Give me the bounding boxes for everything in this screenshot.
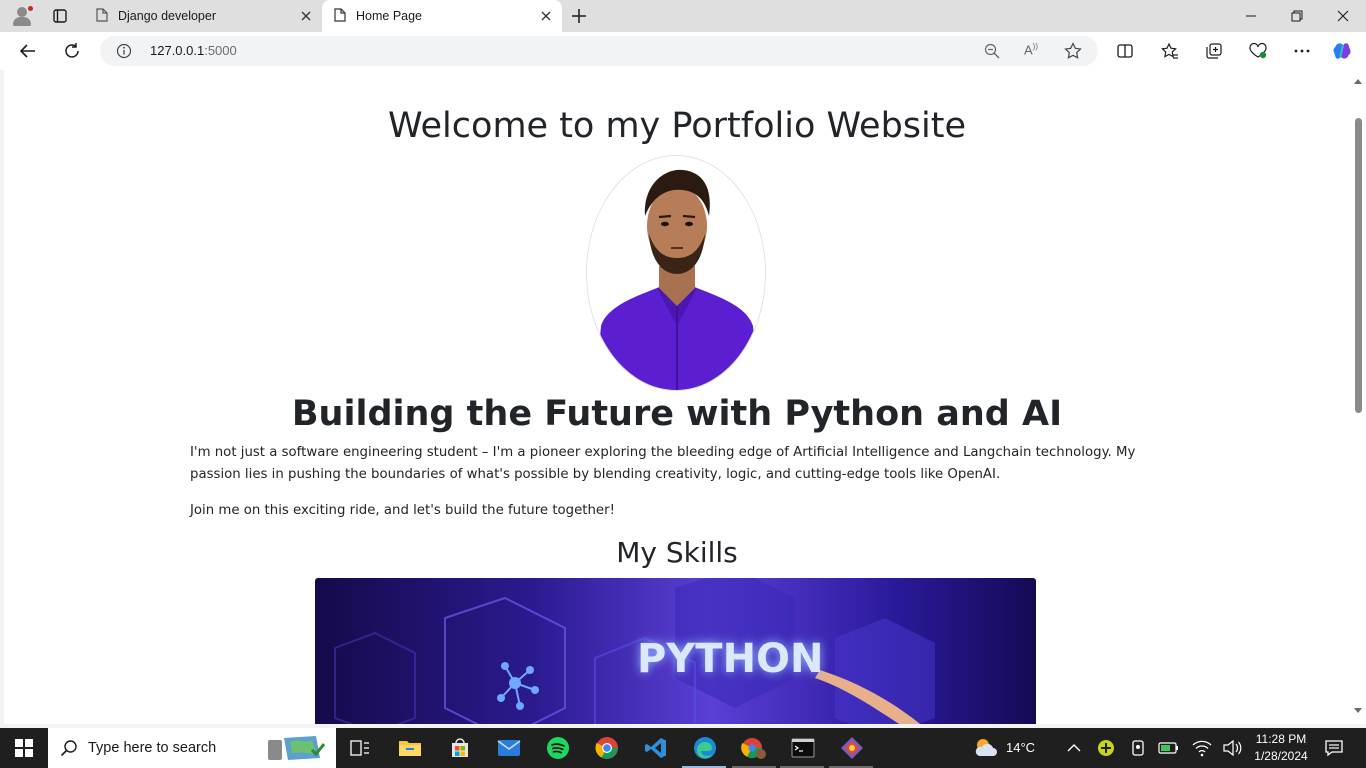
- site-info-icon[interactable]: [116, 43, 132, 64]
- read-aloud-icon[interactable]: A)): [1024, 42, 1038, 57]
- browser-essentials-icon[interactable]: [1248, 41, 1268, 61]
- close-tab-icon[interactable]: [298, 8, 314, 24]
- skills-banner-image: PYTHON: [315, 578, 1036, 724]
- search-icon: [60, 739, 78, 762]
- browser-tab-strip: Django developer Home Page: [0, 0, 1366, 32]
- page-heading: Welcome to my Portfolio Website: [387, 106, 967, 146]
- favorite-star-icon[interactable]: [1064, 42, 1082, 65]
- scroll-down-arrow-icon[interactable]: [1354, 708, 1362, 713]
- page-viewport: Welcome to my Portfolio Website Building…: [4, 70, 1366, 724]
- page-icon: [96, 7, 108, 25]
- battery-icon[interactable]: [1155, 734, 1183, 762]
- weather-temp[interactable]: 14°C: [1006, 740, 1035, 755]
- scroll-up-arrow-icon[interactable]: [1354, 79, 1362, 84]
- windows-taskbar: Type here to search 14°C 11:28 PM 1/28/2…: [0, 728, 1366, 768]
- split-screen-icon[interactable]: [1115, 41, 1135, 61]
- new-tab-button[interactable]: [568, 6, 590, 26]
- terminal-icon[interactable]: [789, 734, 817, 762]
- tab-home-page[interactable]: Home Page: [322, 0, 562, 32]
- restore-button[interactable]: [1274, 0, 1320, 32]
- address-bar[interactable]: 127.0.0.1:5000 A)): [100, 36, 1098, 66]
- network-icon[interactable]: [1188, 734, 1216, 762]
- edge-icon[interactable]: [691, 734, 719, 762]
- back-button[interactable]: [18, 41, 38, 61]
- tray-app-icon[interactable]: [1092, 734, 1120, 762]
- url-text: 127.0.0.1:5000: [150, 43, 237, 58]
- more-options-icon[interactable]: [1292, 41, 1312, 61]
- refresh-button[interactable]: [62, 41, 82, 61]
- favorites-icon[interactable]: [1160, 41, 1180, 61]
- copilot-icon[interactable]: [1332, 41, 1352, 61]
- zoom-out-icon[interactable]: [984, 43, 1000, 64]
- task-view-icon[interactable]: [346, 734, 374, 762]
- scroll-thumb[interactable]: [1355, 118, 1362, 413]
- chrome-icon[interactable]: [593, 734, 621, 762]
- taskbar-search-box[interactable]: Type here to search: [48, 728, 336, 768]
- vertical-scrollbar[interactable]: [1350, 70, 1366, 724]
- profile-photo: [586, 155, 766, 391]
- collections-icon[interactable]: [1204, 41, 1224, 61]
- clock-time[interactable]: 11:28 PM: [1248, 732, 1314, 746]
- volume-icon[interactable]: [1218, 734, 1246, 762]
- git-tool-icon[interactable]: [838, 734, 866, 762]
- skills-heading: My Skills: [616, 536, 738, 569]
- close-tab-icon[interactable]: [538, 8, 554, 24]
- intro-paragraph: I'm not just a software engineering stud…: [190, 445, 1136, 482]
- spotify-icon[interactable]: [544, 734, 572, 762]
- page-icon: [334, 7, 346, 25]
- search-placeholder: Type here to search: [88, 740, 217, 756]
- show-hidden-icons-chevron-icon[interactable]: [1060, 734, 1088, 762]
- minimize-button[interactable]: [1228, 0, 1274, 32]
- file-explorer-icon[interactable]: [396, 734, 424, 762]
- close-window-button[interactable]: [1320, 0, 1366, 32]
- notifications-icon[interactable]: [1320, 734, 1348, 762]
- tab-django-developer[interactable]: Django developer: [84, 0, 322, 32]
- search-highlight-icon[interactable]: [260, 732, 332, 768]
- tab-title: Django developer: [118, 9, 216, 23]
- browser-toolbar: 127.0.0.1:5000 A)): [0, 32, 1366, 70]
- cta-paragraph: Join me on this exciting ride, and let's…: [190, 503, 615, 518]
- meet-now-icon[interactable]: [1124, 734, 1152, 762]
- chrome-profile-icon[interactable]: [740, 734, 768, 762]
- weather-icon[interactable]: [972, 734, 1000, 762]
- vscode-icon[interactable]: [642, 734, 670, 762]
- skills-image-text: PYTHON: [637, 636, 824, 682]
- tab-title: Home Page: [356, 9, 423, 23]
- mail-icon[interactable]: [495, 734, 523, 762]
- profile-icon[interactable]: [10, 5, 34, 27]
- start-button[interactable]: [10, 734, 38, 762]
- tagline-heading: Building the Future with Python and AI: [291, 394, 1063, 434]
- tab-actions-icon[interactable]: [48, 6, 72, 26]
- clock-date[interactable]: 1/28/2024: [1248, 749, 1314, 763]
- microsoft-store-icon[interactable]: [446, 734, 474, 762]
